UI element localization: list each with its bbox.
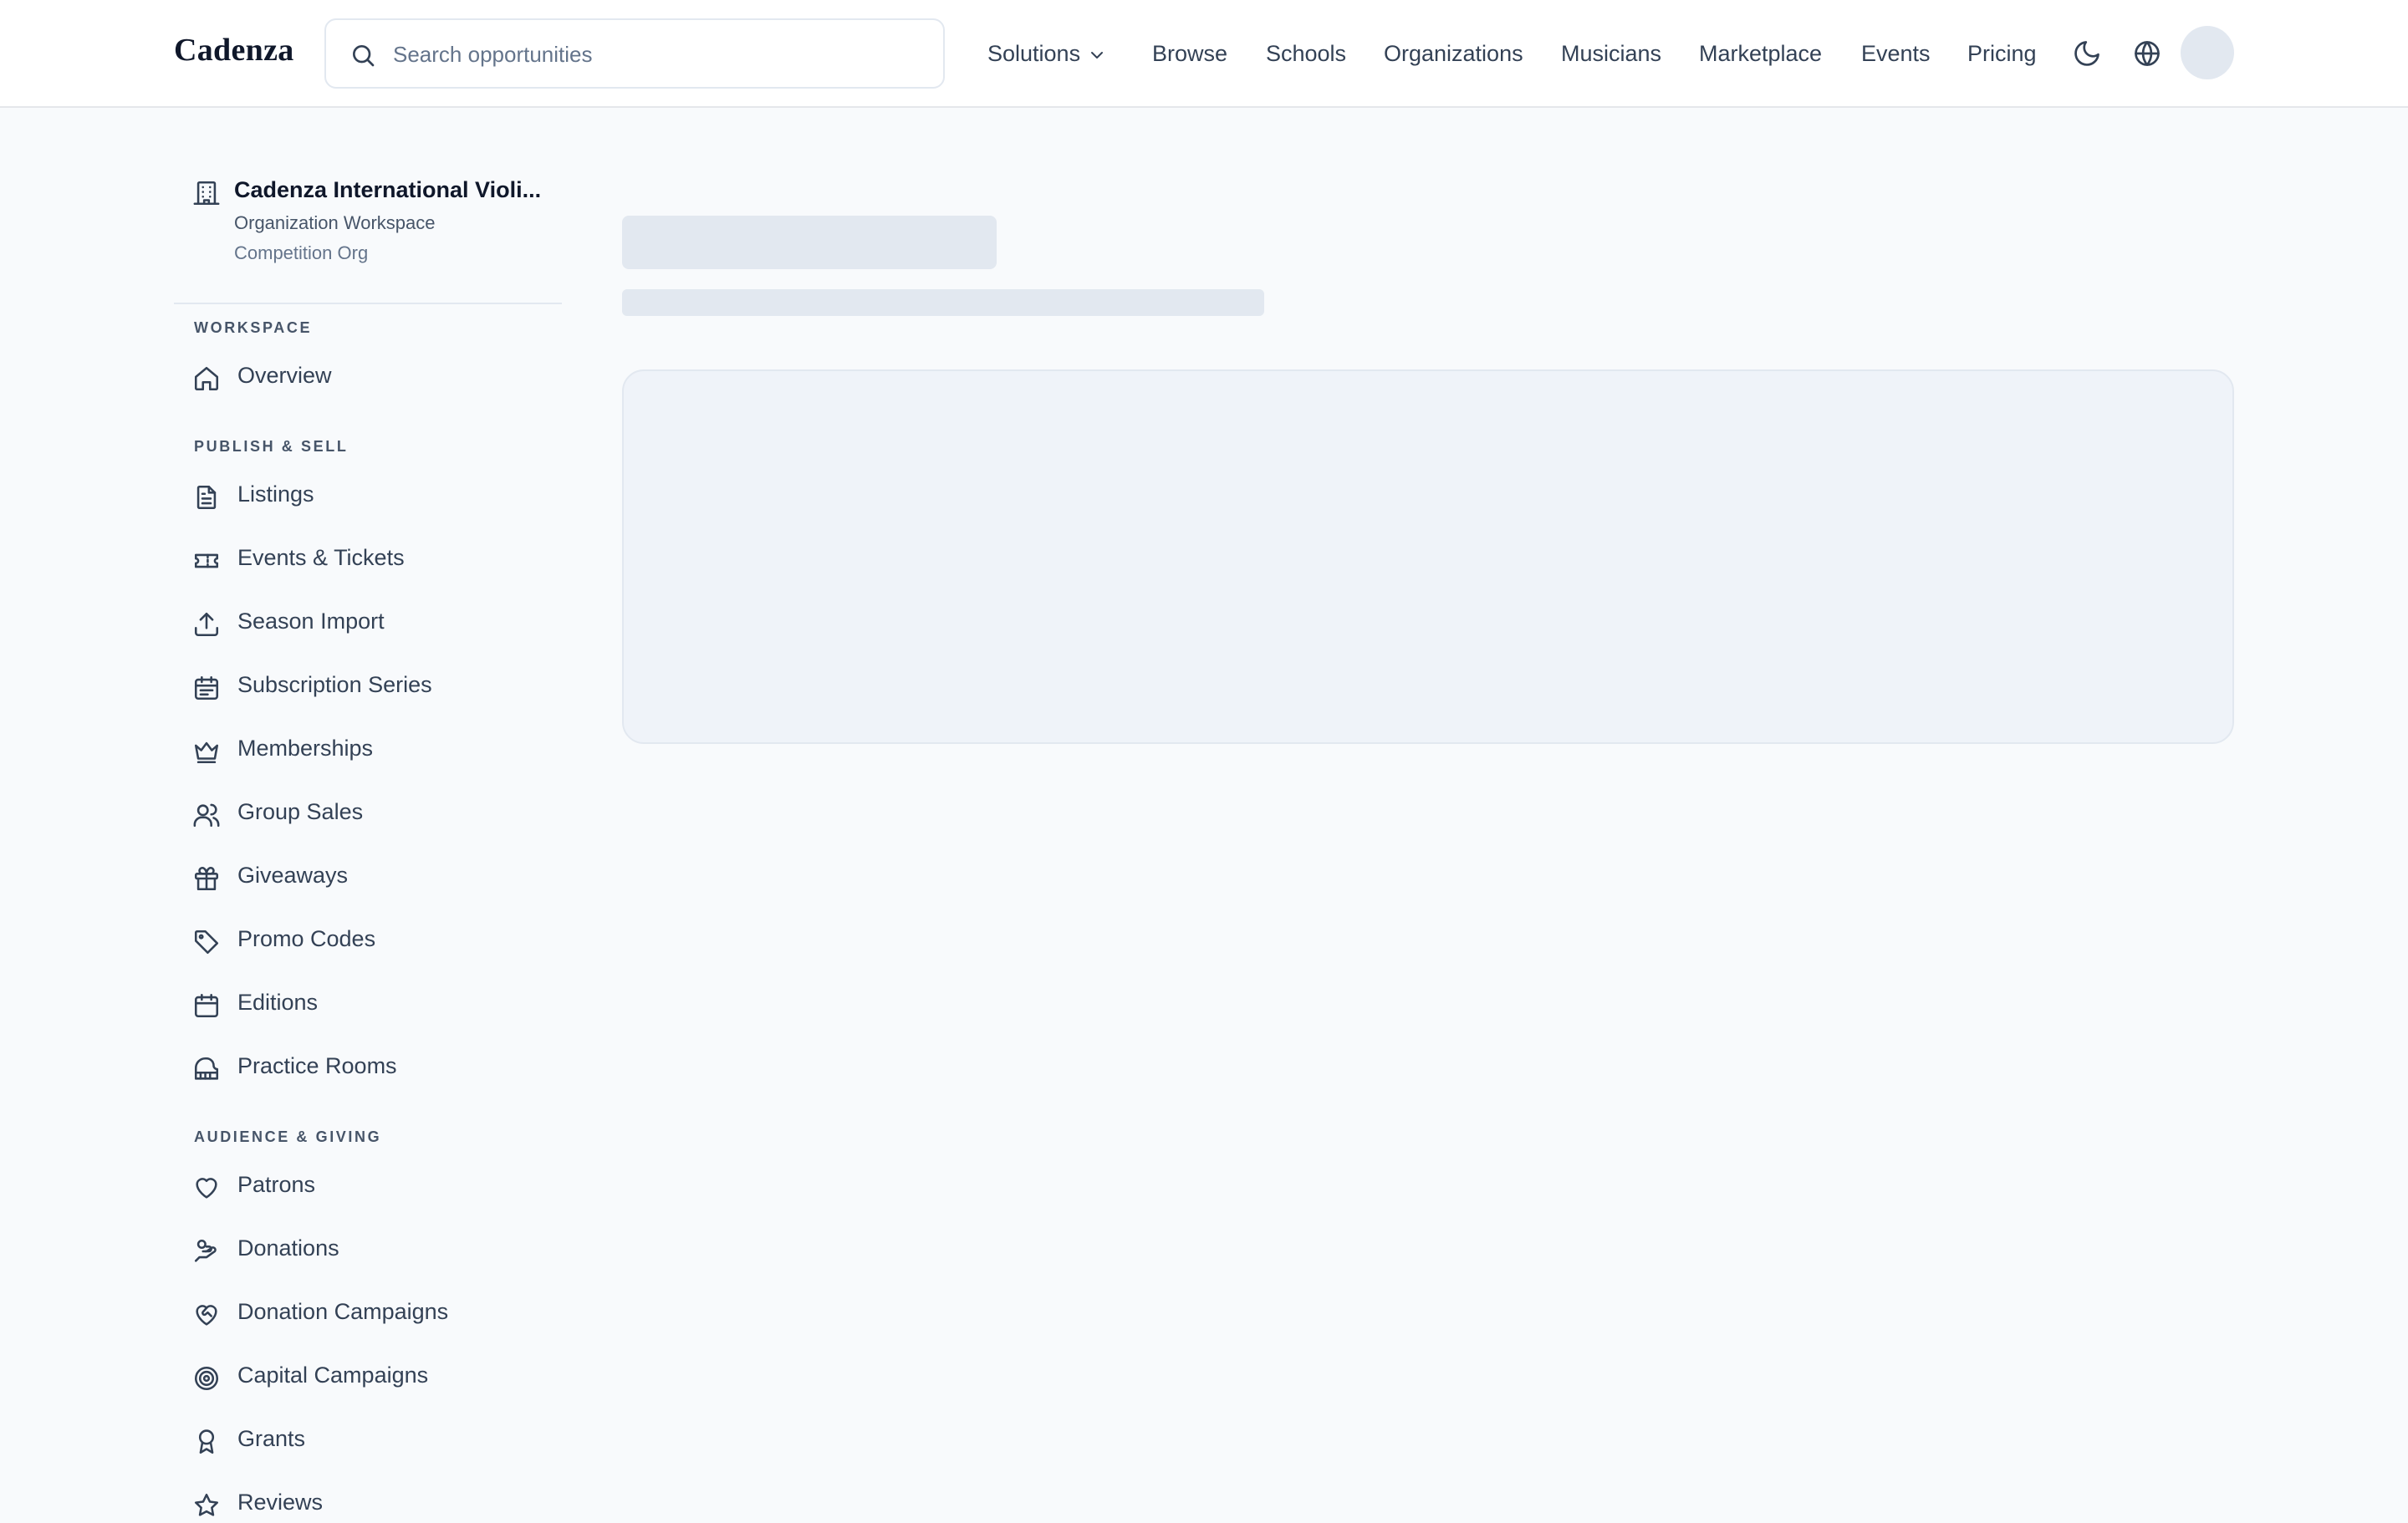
sidebar-item-label: Grants (237, 1426, 306, 1451)
sidebar-item-promo-codes[interactable]: Promo Codes (192, 923, 560, 960)
nav-browse[interactable]: Browse (1152, 37, 1227, 70)
sidebar-item-label: Patrons (237, 1172, 316, 1197)
nav-pricing[interactable]: Pricing (1967, 37, 2037, 70)
users-icon (193, 803, 220, 828)
sidebar-item-label: Events & Tickets (237, 545, 405, 570)
search-box[interactable] (324, 18, 945, 89)
sidebar-item-label: Group Sales (237, 799, 364, 824)
sidebar-item-label: Capital Campaigns (237, 1363, 429, 1388)
sidebar-item-events-tickets[interactable]: Events & Tickets (192, 542, 560, 578)
sidebar-item-grants[interactable]: Grants (192, 1423, 560, 1459)
sidebar-item-listings[interactable]: Listings (192, 478, 560, 515)
star-icon (194, 1493, 219, 1516)
chevron-down-icon (1091, 51, 1104, 59)
brand-logo[interactable]: Cadenza (174, 32, 294, 69)
globe-icon[interactable] (2132, 38, 2162, 69)
org-type: Competition Org (234, 242, 369, 263)
sidebar-item-patrons[interactable]: Patrons (192, 1169, 560, 1205)
section-label-publish: Publish & Sell (194, 438, 349, 455)
sidebar-item-label: Subscription Series (237, 672, 432, 697)
nav-solutions-label: Solutions (987, 41, 1081, 66)
nav-marketplace[interactable]: Marketplace (1699, 37, 1822, 70)
sidebar-item-donation-campaigns[interactable]: Donation Campaigns (192, 1296, 560, 1332)
calendar-list-icon (194, 675, 219, 700)
sidebar-item-capital-campaigns[interactable]: Capital Campaigns (192, 1359, 560, 1396)
sidebar-item-group-sales[interactable]: Group Sales (192, 796, 560, 833)
crown-icon (194, 741, 219, 764)
sidebar-item-label: Memberships (237, 736, 374, 761)
sidebar-item-label: Donation Campaigns (237, 1299, 449, 1324)
top-nav-bar: Cadenza Solutions Browse Schools Organiz… (0, 0, 2408, 108)
sidebar-item-label: Promo Codes (237, 926, 376, 951)
home-icon (194, 366, 219, 391)
sidebar-divider (174, 303, 562, 304)
sidebar-item-label: Listings (237, 481, 314, 507)
moon-icon[interactable] (2072, 38, 2102, 69)
gift-icon (194, 866, 219, 891)
ticket-icon (194, 553, 219, 568)
section-label-audience: Audience & Giving (194, 1128, 382, 1145)
nav-musicians[interactable]: Musicians (1561, 37, 1661, 70)
target-icon (194, 1366, 219, 1391)
sidebar-item-subscription-series[interactable]: Subscription Series (192, 669, 560, 705)
avatar[interactable] (2181, 26, 2234, 79)
calendar-icon (194, 993, 219, 1018)
search-icon (353, 45, 375, 67)
sidebar-item-memberships[interactable]: Memberships (192, 732, 560, 769)
piano-icon (194, 1057, 219, 1080)
building-icon (193, 181, 220, 206)
sidebar-item-label: Practice Rooms (237, 1053, 397, 1078)
nav-events[interactable]: Events (1861, 37, 1931, 70)
sidebar-item-season-import[interactable]: Season Import (192, 605, 560, 642)
sidebar-item-practice-rooms[interactable]: Practice Rooms (192, 1050, 560, 1087)
sidebar-item-label: Donations (237, 1235, 339, 1261)
award-icon (198, 1429, 215, 1454)
sidebar-item-label: Reviews (237, 1490, 324, 1515)
file-text-icon (196, 485, 217, 510)
heart-icon (196, 1178, 217, 1199)
sidebar-item-label: Giveaways (237, 863, 349, 888)
sidebar-item-overview[interactable]: Overview (192, 359, 560, 396)
org-name: Cadenza International Violi... (234, 177, 542, 202)
sidebar-item-donations[interactable]: Donations (192, 1232, 560, 1269)
org-subtitle: Organization Workspace (234, 212, 436, 233)
sidebar-item-editions[interactable]: Editions (192, 986, 560, 1023)
nav-solutions[interactable]: Solutions (987, 37, 1107, 70)
skeleton-card (622, 369, 2234, 744)
sidebar-item-label: Editions (237, 990, 319, 1015)
hand-coins-icon (194, 1239, 217, 1262)
search-input[interactable] (393, 32, 928, 77)
nav-organizations[interactable]: Organizations (1384, 37, 1523, 70)
upload-icon (194, 612, 219, 637)
sidebar-item-label: Season Import (237, 609, 385, 634)
sidebar-item-giveaways[interactable]: Giveaways (192, 859, 560, 896)
section-label-workspace: Workspace (194, 319, 313, 336)
nav-schools[interactable]: Schools (1266, 37, 1346, 70)
sidebar-item-label: Overview (237, 363, 332, 388)
heart-handshake-icon (196, 1305, 217, 1326)
sidebar-item-reviews[interactable]: Reviews (192, 1486, 560, 1523)
skeleton-subtitle (622, 289, 1264, 316)
skeleton-title (622, 216, 997, 269)
tag-icon (194, 930, 219, 955)
